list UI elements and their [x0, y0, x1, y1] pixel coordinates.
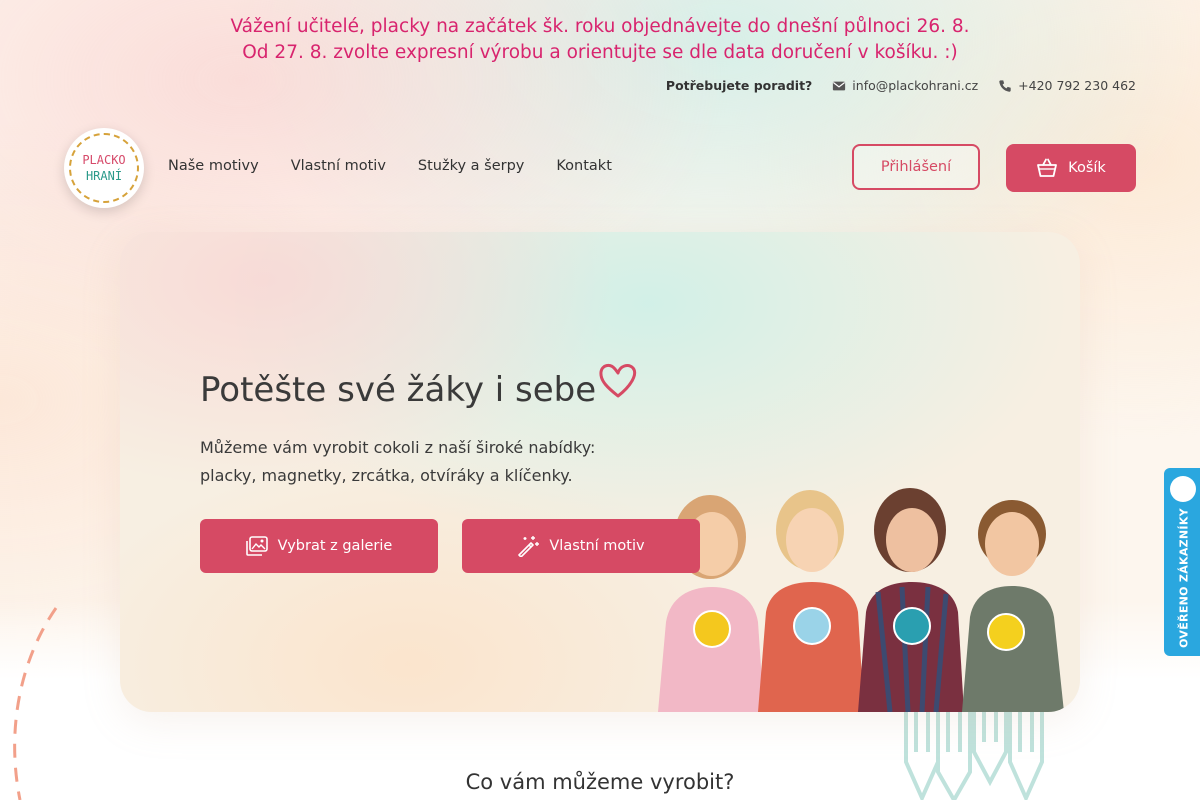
- verified-seal-icon: [1170, 476, 1196, 502]
- basket-icon: [1037, 158, 1058, 177]
- hero-title: Potěšte své žáky i sebe: [200, 370, 597, 410]
- gallery-button-label: Vybrat z galerie: [277, 538, 393, 554]
- section-title: Co vám můžeme vyrobit?: [465, 770, 735, 794]
- nav-item-kontakt[interactable]: Kontakt: [556, 158, 612, 174]
- help-label: Potřebujete poradit?: [665, 78, 813, 93]
- gallery-icon: [245, 536, 268, 556]
- hero-description-line-1: Můžeme vám vyrobit cokoli z naší široké …: [200, 438, 596, 457]
- custom-button-label: Vlastní motiv: [549, 538, 645, 554]
- badge-label: OVĚŘENO ZÁKAZNÍKY: [1177, 508, 1191, 648]
- kids-photo: [658, 488, 1064, 712]
- login-button[interactable]: Přihlášení: [852, 144, 980, 190]
- phone-icon: [999, 79, 1011, 92]
- email-text: info@plackohrani.cz: [852, 78, 979, 93]
- main-navigation: Naše motivy Vlastní motiv Stužky a šerpy…: [168, 158, 612, 174]
- cart-button[interactable]: Košík: [1006, 144, 1136, 192]
- nav-item-vlastni-motiv[interactable]: Vlastní motiv: [291, 158, 386, 174]
- choose-from-gallery-button[interactable]: Vybrat z galerie: [200, 519, 438, 573]
- logo-text-bottom: HRANÍ: [85, 169, 123, 183]
- site-logo[interactable]: PLACKO HRANÍ: [64, 128, 144, 208]
- envelope-icon: [833, 81, 846, 90]
- email-link[interactable]: info@plackohrani.cz: [832, 78, 978, 93]
- contact-bar: Potřebujete poradit? info@plackohrani.cz…: [666, 78, 1136, 93]
- phone-text: +420 792 230 462: [1018, 78, 1136, 93]
- heart-icon: [599, 363, 637, 398]
- hero-description: Můžeme vám vyrobit cokoli z naší široké …: [200, 434, 620, 490]
- logo-badge: PLACKO HRANÍ: [69, 133, 139, 203]
- announcement-line-1: Vážení učitelé, placky na začátek šk. ro…: [230, 16, 970, 37]
- custom-motif-button[interactable]: Vlastní motiv: [462, 519, 700, 573]
- nav-item-stuzky-a-serpy[interactable]: Stužky a šerpy: [418, 158, 524, 174]
- hero-banner: Potěšte své žáky i sebe Můžeme vám vyrob…: [120, 232, 1080, 712]
- logo-text-top: PLACKO: [82, 153, 126, 167]
- magic-wand-icon: [518, 536, 540, 557]
- phone-link[interactable]: +420 792 230 462: [998, 78, 1136, 93]
- announcement-line-2: Od 27. 8. zvolte expresní výrobu a orien…: [242, 42, 958, 63]
- verified-by-customers-badge[interactable]: OVĚŘENO ZÁKAZNÍKY: [1164, 468, 1200, 656]
- hero-description-line-2: placky, magnetky, zrcátka, otvíráky a kl…: [200, 466, 573, 485]
- cart-label: Košík: [1068, 160, 1106, 176]
- nav-item-nase-motivy[interactable]: Naše motivy: [168, 158, 259, 174]
- announcement-banner: Vážení učitelé, placky na začátek šk. ro…: [0, 14, 1200, 66]
